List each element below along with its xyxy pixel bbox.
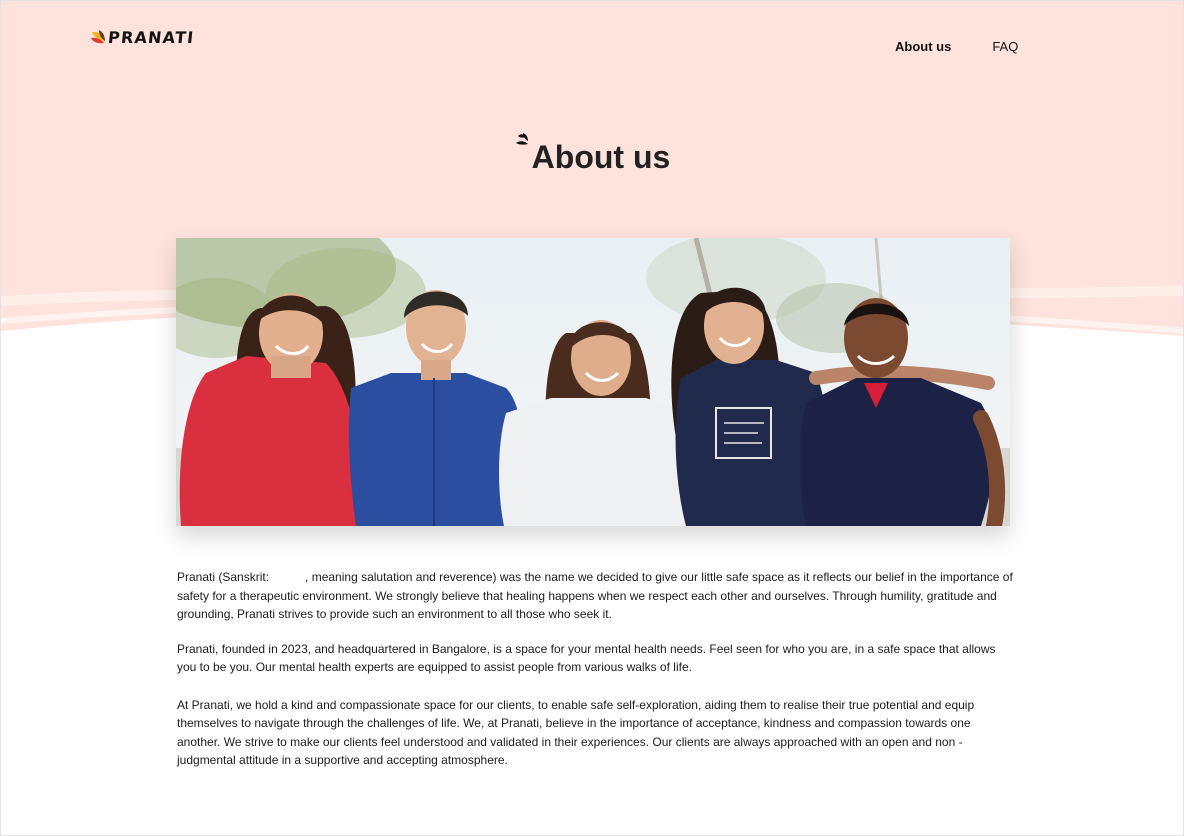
- p1-start: Pranati (Sanskrit:: [177, 570, 270, 584]
- p1-rest: , meaning salutation and reverence) was …: [177, 570, 1013, 621]
- nav-faq[interactable]: FAQ: [992, 39, 1018, 54]
- page-title: About us: [515, 131, 671, 183]
- group-photo-illustration: [176, 238, 1010, 526]
- about-paragraph-1: Pranati (Sanskrit:, meaning salutation a…: [177, 568, 1013, 624]
- page-title-text: About us: [531, 139, 671, 175]
- about-content: Pranati (Sanskrit:, meaning salutation a…: [177, 568, 1013, 786]
- about-paragraph-2: Pranati, founded in 2023, and headquarte…: [177, 641, 996, 675]
- nav-about-us[interactable]: About us: [895, 39, 951, 54]
- page-frame: PRANATI About us FAQ About us Pranati (S…: [0, 0, 1184, 836]
- logo-petals-icon: [91, 30, 105, 44]
- team-photo: [176, 238, 1010, 526]
- top-nav: About us FAQ: [895, 39, 1018, 54]
- about-paragraph-3: At Pranati, we hold a kind and compassio…: [177, 697, 975, 768]
- title-section: About us: [1, 131, 1183, 183]
- brand-logo[interactable]: PRANATI: [90, 28, 196, 47]
- title-accent-icon: [515, 133, 528, 145]
- logo-wordmark: PRANATI: [107, 28, 196, 47]
